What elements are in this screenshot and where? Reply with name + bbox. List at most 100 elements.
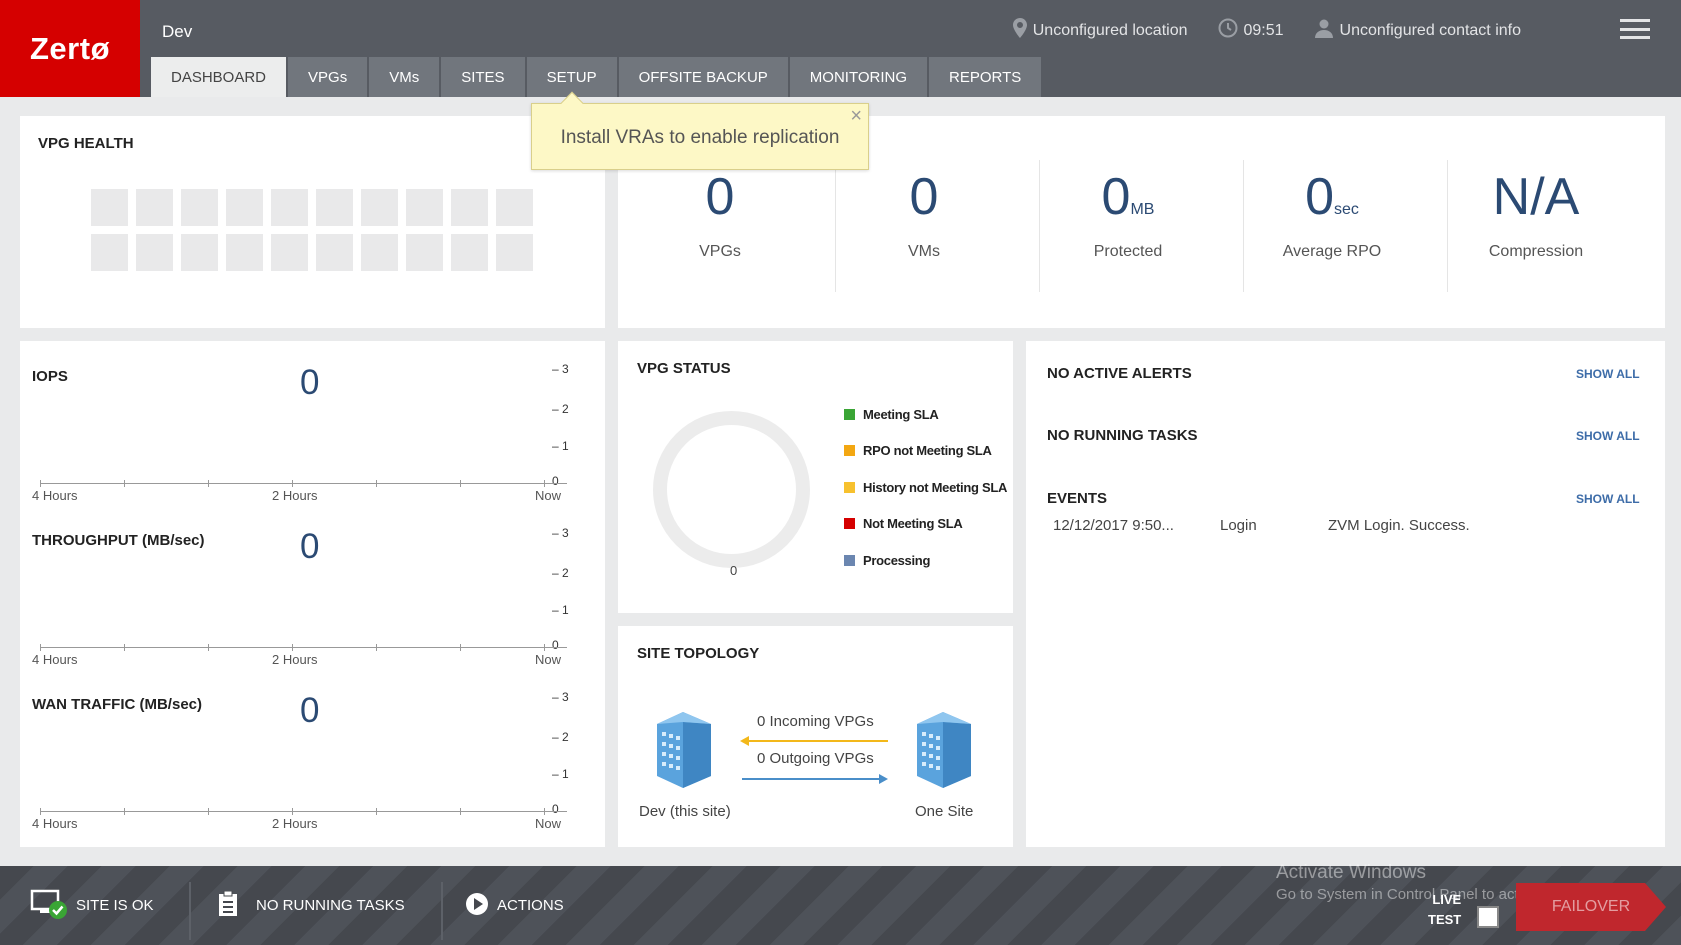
stat-label: Compression	[1434, 243, 1638, 261]
metric-value: 0	[300, 527, 319, 567]
x-tick	[292, 808, 293, 815]
contact-info-link[interactable]: Unconfigured contact info	[1340, 22, 1521, 40]
metric-x-axis	[40, 811, 567, 812]
vpg-health-panel: VPG HEALTH	[20, 116, 605, 328]
vpg-health-cell	[226, 234, 263, 271]
location-pin-icon	[1013, 18, 1027, 43]
close-icon[interactable]: ×	[850, 106, 862, 126]
event-time: 12/12/2017 9:50...	[1053, 517, 1174, 534]
vpg-health-cell	[316, 234, 353, 271]
location-link[interactable]: Unconfigured location	[1033, 22, 1188, 40]
site-name: Dev	[162, 22, 192, 42]
y-tick-label: – 1	[552, 603, 569, 617]
local-site-building-icon[interactable]	[657, 712, 711, 793]
legend-swatch	[844, 555, 855, 566]
hamburger-menu-icon[interactable]	[1620, 19, 1650, 39]
running-tasks-label: NO RUNNING TASKS	[256, 897, 405, 914]
stat-protected[interactable]: 0MB Protected	[1026, 162, 1230, 290]
site-status[interactable]: SITE IS OK	[30, 866, 154, 945]
metrics-panel: IOPS0– 3– 2– 104 Hours2 HoursNowTHROUGHP…	[20, 341, 605, 847]
activate-windows-watermark: Activate Windows	[1276, 862, 1426, 884]
site-topology-title: SITE TOPOLOGY	[637, 645, 759, 662]
vpg-health-cell	[496, 189, 533, 226]
metric-x-axis	[40, 483, 567, 484]
tab-reports[interactable]: REPORTS	[929, 57, 1041, 97]
stat-vms[interactable]: 0 VMs	[822, 162, 1026, 290]
x-tick	[544, 808, 545, 815]
legend-item: Processing	[844, 553, 930, 568]
stat-unit: MB	[1130, 201, 1154, 218]
live-test-toggle[interactable]	[1477, 906, 1499, 928]
incoming-vpgs-label[interactable]: 0 Incoming VPGs	[757, 713, 874, 730]
vpg-health-cell	[136, 189, 173, 226]
vpg-health-cell	[451, 234, 488, 271]
tab-dashboard[interactable]: DASHBOARD	[151, 57, 286, 97]
event-description: ZVM Login. Success.	[1328, 517, 1470, 534]
alerts-title: NO ACTIVE ALERTS	[1047, 365, 1192, 382]
failover-button[interactable]: FAILOVER	[1516, 883, 1666, 931]
vpg-health-grid	[91, 189, 533, 271]
remote-site-building-icon[interactable]	[917, 712, 971, 793]
x-tick	[40, 644, 41, 651]
x-tick	[544, 480, 545, 487]
legend-label: Processing	[863, 553, 930, 568]
stat-average-rpo[interactable]: 0sec Average RPO	[1230, 162, 1434, 290]
site-status-label: SITE IS OK	[76, 897, 154, 914]
tab-vms[interactable]: VMs	[369, 57, 439, 97]
header-info: Unconfigured location 09:51 Unconfigured…	[1013, 18, 1521, 43]
metric-x-axis	[40, 647, 567, 648]
alerts-show-all-link[interactable]: SHOW ALL	[1576, 367, 1640, 381]
y-tick-label: – 3	[552, 690, 569, 704]
legend-label: RPO not Meeting SLA	[863, 443, 992, 458]
site-topology-panel: SITE TOPOLOGY Dev (this site) 0 Incoming…	[618, 626, 1013, 847]
vpg-health-cell	[91, 234, 128, 271]
vpg-health-cell	[451, 189, 488, 226]
metric-iops: IOPS0– 3– 2– 104 Hours2 HoursNow	[20, 341, 605, 505]
live-test-label: LIVE TEST	[1428, 890, 1461, 930]
tab-sites[interactable]: SITES	[441, 57, 524, 97]
y-tick-label: 0	[552, 802, 559, 816]
stat-value: 0	[1102, 168, 1131, 226]
legend-swatch	[844, 409, 855, 420]
y-tick-label: – 3	[552, 526, 569, 540]
zerto-logo[interactable]: Zertø	[0, 0, 140, 97]
alerts-tasks-events-panel: NO ACTIVE ALERTS SHOW ALL NO RUNNING TAS…	[1026, 341, 1665, 847]
running-tasks-status[interactable]: NO RUNNING TASKS	[218, 866, 405, 945]
legend-label: Not Meeting SLA	[863, 516, 963, 531]
vpg-health-cell	[361, 189, 398, 226]
install-vras-tooltip[interactable]: Install VRAs to enable replication ×	[531, 103, 869, 170]
site-ok-icon	[30, 888, 70, 924]
legend-item: History not Meeting SLA	[844, 480, 1007, 495]
legend-swatch	[844, 445, 855, 456]
vpg-health-cell	[136, 234, 173, 271]
x-tick	[124, 808, 125, 815]
x-tick	[544, 644, 545, 651]
events-title: EVENTS	[1047, 490, 1107, 507]
vpg-health-cell	[496, 234, 533, 271]
vpg-health-title: VPG HEALTH	[38, 135, 134, 152]
x-tick-label: Now	[535, 816, 561, 831]
stat-compression[interactable]: N/A Compression	[1434, 162, 1638, 290]
x-tick	[460, 644, 461, 651]
tooltip-text: Install VRAs to enable replication	[561, 127, 840, 148]
legend-label: History not Meeting SLA	[863, 480, 1007, 495]
live-label: LIVE	[1428, 890, 1461, 910]
tab-monitoring[interactable]: MONITORING	[790, 57, 927, 97]
events-show-all-link[interactable]: SHOW ALL	[1576, 492, 1640, 506]
tab-offsite-backup[interactable]: OFFSITE BACKUP	[619, 57, 788, 97]
y-tick-label: 0	[552, 638, 559, 652]
outgoing-vpgs-label[interactable]: 0 Outgoing VPGs	[757, 750, 874, 767]
tasks-show-all-link[interactable]: SHOW ALL	[1576, 429, 1640, 443]
legend-swatch	[844, 518, 855, 529]
stat-label: VMs	[822, 243, 1026, 261]
stat-vpgs[interactable]: 0 VPGs	[618, 162, 822, 290]
tab-vpgs[interactable]: VPGs	[288, 57, 367, 97]
vpg-health-cell	[361, 234, 398, 271]
outgoing-arrow	[740, 773, 890, 785]
x-tick-label: 4 Hours	[32, 652, 78, 667]
actions-menu[interactable]: ACTIONS	[465, 866, 564, 945]
play-icon	[465, 892, 489, 920]
x-tick-label: Now	[535, 488, 561, 503]
vpg-status-donut[interactable]	[653, 411, 810, 568]
footer-divider	[189, 882, 191, 940]
